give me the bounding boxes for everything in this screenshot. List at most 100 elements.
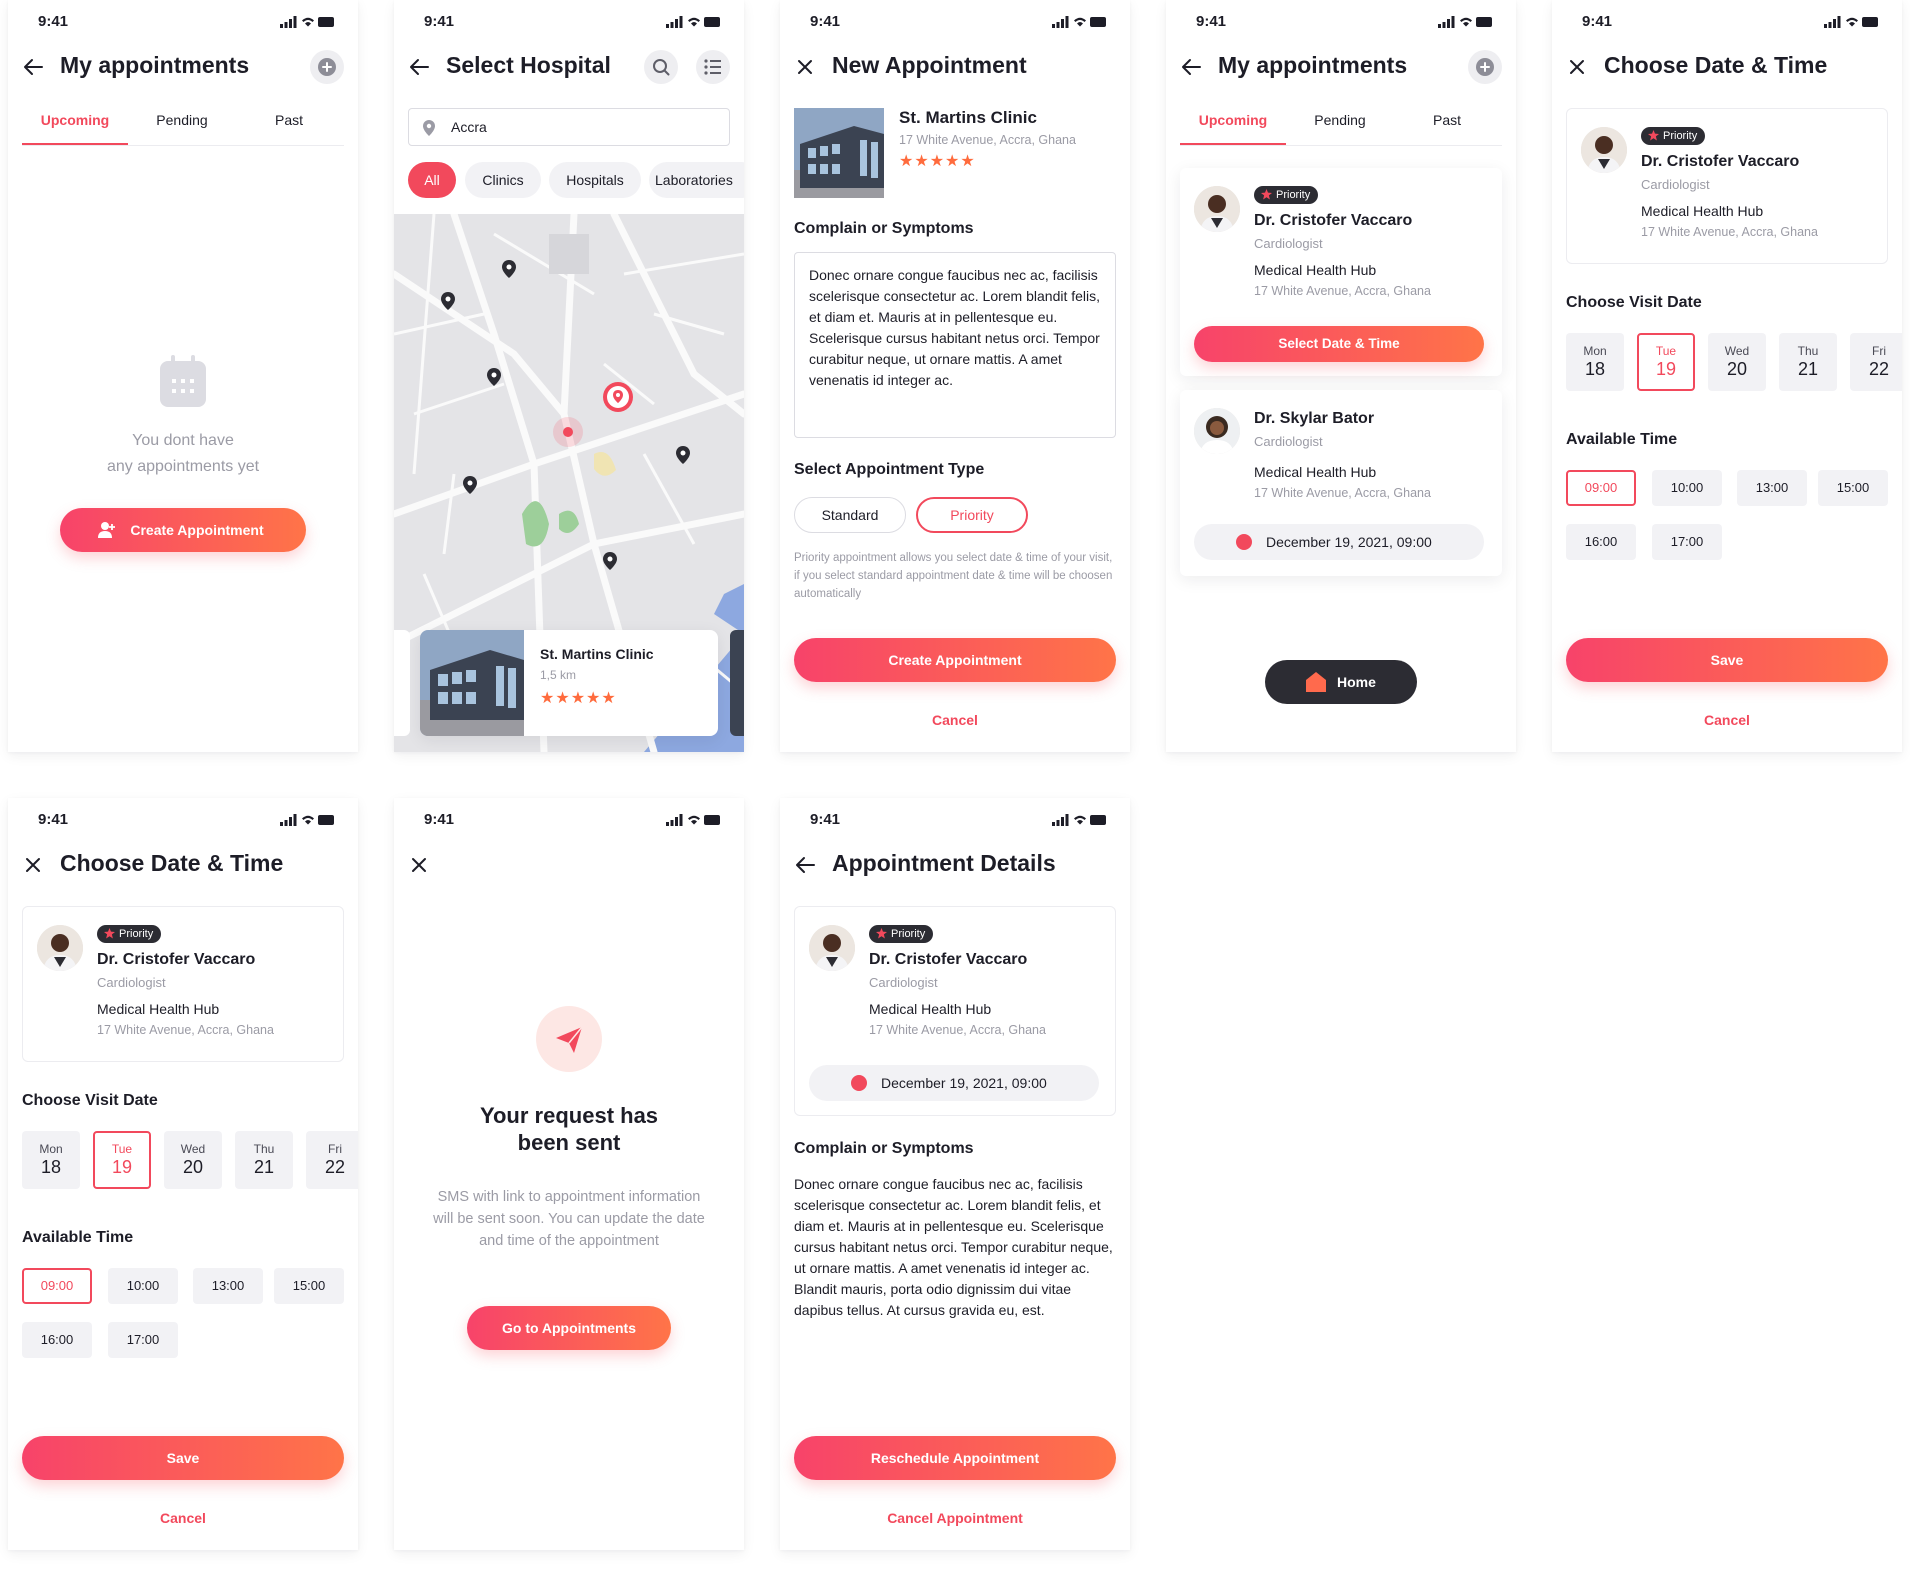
- day-option-mon[interactable]: Mon 18: [1566, 333, 1624, 391]
- day-option-wed[interactable]: Wed 20: [164, 1131, 222, 1189]
- create-appointment-button[interactable]: Create Appointment: [794, 638, 1116, 682]
- selected-location-icon[interactable]: [603, 382, 633, 412]
- map-marker-icon[interactable]: [487, 368, 501, 386]
- available-time-title: Available Time: [1566, 431, 1678, 448]
- doctor-name: Dr. Cristofer Vaccaro: [1641, 153, 1800, 170]
- next-clinic-card-peek[interactable]: [730, 630, 744, 736]
- map-marker-icon[interactable]: [463, 476, 477, 494]
- map[interactable]: St. Martins Clinic 1,5 km ★★★★★: [394, 214, 744, 752]
- doctor-specialty: Cardiologist: [1641, 177, 1710, 192]
- type-standard-option[interactable]: Standard: [794, 497, 906, 533]
- symptoms-textarea[interactable]: Donec ornare congue faucibus nec ac, fac…: [794, 252, 1116, 438]
- paper-plane-icon: [536, 1006, 602, 1072]
- map-marker-icon[interactable]: [603, 552, 617, 570]
- time-option-1000[interactable]: 10:00: [1652, 470, 1722, 506]
- filter-laboratories[interactable]: Laboratories: [649, 162, 744, 198]
- day-option-mon[interactable]: Mon 18: [22, 1131, 80, 1189]
- day-option-tue[interactable]: Tue 19: [93, 1131, 151, 1189]
- list-view-button[interactable]: [696, 50, 730, 84]
- create-appointment-button[interactable]: Create Appointment: [60, 508, 306, 552]
- status-bar: 9:41: [780, 798, 1130, 840]
- tab-upcoming[interactable]: Upcoming: [1180, 112, 1286, 128]
- status-icons: [1052, 813, 1108, 831]
- save-button[interactable]: Save: [1566, 638, 1888, 682]
- home-button[interactable]: Home: [1265, 660, 1417, 704]
- tab-pending[interactable]: Pending: [129, 112, 235, 128]
- search-input[interactable]: Accra: [408, 108, 730, 146]
- add-appointment-button[interactable]: [1468, 50, 1502, 84]
- back-arrow-icon[interactable]: [22, 56, 44, 78]
- select-date-time-button[interactable]: Select Date & Time: [1194, 326, 1484, 362]
- cancel-link[interactable]: Cancel: [1552, 712, 1902, 728]
- prev-clinic-card-peek[interactable]: [394, 630, 410, 736]
- time-option-1300[interactable]: 13:00: [193, 1268, 263, 1304]
- clinic-map-card[interactable]: St. Martins Clinic 1,5 km ★★★★★: [420, 630, 718, 736]
- search-button[interactable]: [644, 50, 678, 84]
- filter-clinics[interactable]: Clinics: [465, 162, 541, 198]
- close-icon[interactable]: [794, 56, 816, 78]
- tab-past[interactable]: Past: [236, 112, 342, 128]
- back-arrow-icon[interactable]: [408, 56, 430, 78]
- appointment-card-2[interactable]: Dr. Skylar Bator Cardiologist Medical He…: [1180, 390, 1502, 576]
- map-marker-icon[interactable]: [502, 260, 516, 278]
- header: Choose Date & Time: [8, 840, 358, 890]
- appointment-datetime: December 19, 2021, 09:00: [809, 1065, 1099, 1101]
- status-icons: [280, 813, 336, 831]
- day-option-wed[interactable]: Wed 20: [1708, 333, 1766, 391]
- hospital-address: 17 White Avenue, Accra, Ghana: [1254, 486, 1431, 500]
- hospital-address: 17 White Avenue, Accra, Ghana: [1641, 225, 1818, 239]
- day-option-thu[interactable]: Thu 21: [235, 1131, 293, 1189]
- page-title: Appointment Details: [832, 850, 1056, 876]
- back-arrow-icon[interactable]: [794, 854, 816, 876]
- appointment-card-1[interactable]: Priority Dr. Cristofer Vaccaro Cardiolog…: [1180, 168, 1502, 376]
- screen-my-appointments-empty: 9:41 My appointments Upcoming Pending Pa…: [8, 0, 358, 752]
- map-marker-icon[interactable]: [676, 446, 690, 464]
- time-option-1600[interactable]: 16:00: [1566, 524, 1636, 560]
- close-icon[interactable]: [1566, 56, 1588, 78]
- day-number: 19: [1655, 359, 1677, 379]
- time-option-1700[interactable]: 17:00: [1652, 524, 1722, 560]
- symptoms-title: Complain or Symptoms: [794, 220, 974, 237]
- map-marker-icon[interactable]: [441, 292, 455, 310]
- status-icons: [280, 15, 336, 33]
- home-icon: [1306, 672, 1326, 692]
- cancel-link[interactable]: Cancel: [780, 712, 1130, 728]
- type-priority-option[interactable]: Priority: [916, 497, 1028, 533]
- filter-all[interactable]: All: [408, 162, 456, 198]
- status-time: 9:41: [38, 811, 69, 828]
- time-option-1600[interactable]: 16:00: [22, 1322, 92, 1358]
- tab-pending[interactable]: Pending: [1287, 112, 1393, 128]
- priority-badge-label: Priority: [119, 928, 154, 940]
- doctor-avatar: [1194, 408, 1240, 454]
- appointment-datetime-text: December 19, 2021, 09:00: [1266, 534, 1432, 550]
- time-option-0900[interactable]: 09:00: [1566, 470, 1636, 506]
- day-name: Tue: [111, 1142, 133, 1156]
- add-appointment-button[interactable]: [310, 50, 344, 84]
- status-bar: 9:41: [394, 798, 744, 840]
- cancel-link[interactable]: Cancel: [8, 1510, 358, 1526]
- back-arrow-icon[interactable]: [1180, 56, 1202, 78]
- day-option-fri[interactable]: Fri 22: [1850, 333, 1902, 391]
- save-button[interactable]: Save: [22, 1436, 344, 1480]
- time-option-1500[interactable]: 15:00: [1818, 470, 1888, 506]
- day-option-fri[interactable]: Fri 22: [306, 1131, 358, 1189]
- cancel-appointment-link[interactable]: Cancel Appointment: [780, 1510, 1130, 1526]
- day-option-thu[interactable]: Thu 21: [1779, 333, 1837, 391]
- filter-hospitals[interactable]: Hospitals: [549, 162, 641, 198]
- appointment-tabs: Upcoming Pending Past: [1180, 102, 1502, 146]
- tab-past[interactable]: Past: [1394, 112, 1500, 128]
- go-to-appointments-button[interactable]: Go to Appointments: [467, 1306, 671, 1350]
- time-option-1300[interactable]: 13:00: [1737, 470, 1807, 506]
- time-option-1500[interactable]: 15:00: [274, 1268, 344, 1304]
- time-option-1000[interactable]: 10:00: [108, 1268, 178, 1304]
- hospital-name: Medical Health Hub: [1641, 203, 1764, 219]
- close-icon[interactable]: [22, 854, 44, 876]
- header: My appointments: [8, 42, 358, 92]
- time-option-1700[interactable]: 17:00: [108, 1322, 178, 1358]
- close-icon[interactable]: [408, 854, 430, 876]
- reschedule-appointment-button[interactable]: Reschedule Appointment: [794, 1436, 1116, 1480]
- time-option-0900[interactable]: 09:00: [22, 1268, 92, 1304]
- status-icons: [1052, 15, 1108, 33]
- day-option-tue[interactable]: Tue 19: [1637, 333, 1695, 391]
- tab-upcoming[interactable]: Upcoming: [22, 112, 128, 128]
